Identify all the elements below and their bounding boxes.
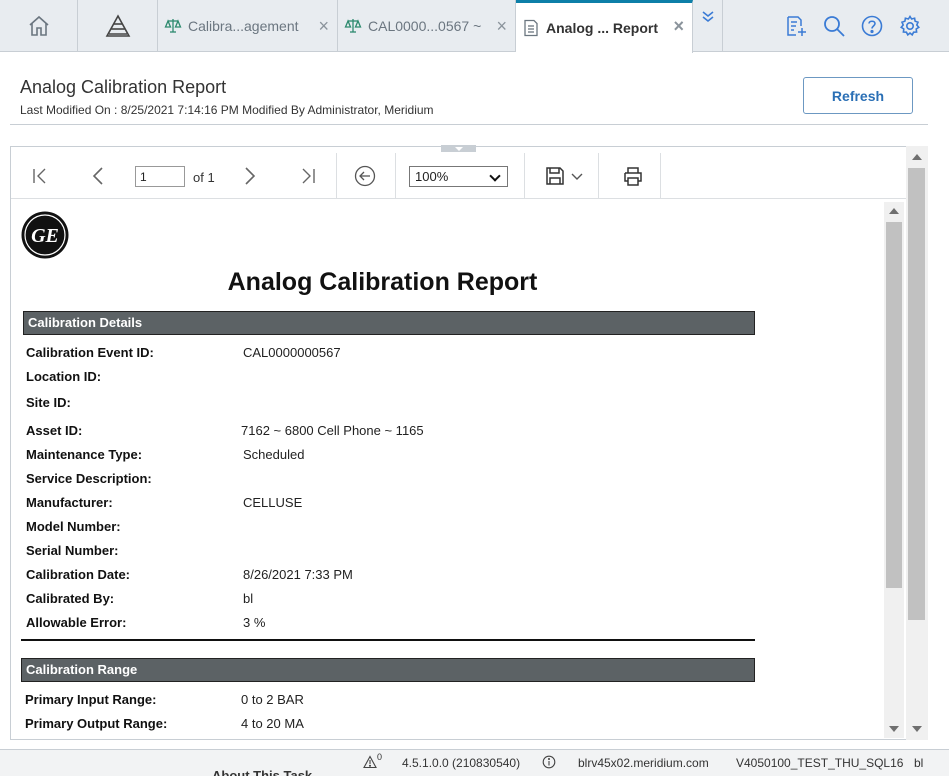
gear-icon[interactable] — [898, 14, 922, 38]
version-text: 4.5.1.0.0 (210830540) — [402, 756, 521, 770]
tab-label: Calibra...agement — [188, 18, 299, 34]
print-icon[interactable] — [622, 165, 644, 187]
report-title: Analog Calibration Report — [227, 268, 538, 296]
detail-label: Site ID: — [26, 395, 71, 410]
range-value: 4 to 20 MA — [241, 716, 304, 731]
page-count-label: of 1 — [193, 170, 215, 185]
scrollbar-thumb[interactable] — [886, 222, 902, 588]
back-arrow-icon[interactable] — [354, 165, 376, 187]
about-task-heading: About This Task — [212, 768, 313, 776]
detail-label: Maintenance Type: — [26, 447, 143, 462]
last-modified-text: Last Modified On : 8/25/2021 7:14:16 PM … — [20, 103, 434, 117]
document-icon — [524, 19, 538, 37]
toolbar-separator — [336, 153, 337, 199]
toolbar-separator — [598, 153, 599, 199]
detail-label: Serial Number: — [26, 543, 119, 558]
range-label: Primary Output Range: — [25, 716, 168, 731]
detail-value: CAL0000000567 — [243, 345, 341, 360]
alert-count: 0 — [377, 752, 383, 762]
user-text: bl — [914, 756, 924, 770]
zoom-select[interactable]: 100% — [409, 166, 508, 187]
detail-label: Calibration Event ID: — [26, 345, 154, 360]
range-label: Primary Input Range: — [25, 692, 157, 707]
tab-analog-report[interactable]: Analog ... Report × — [516, 0, 693, 53]
header-divider — [10, 124, 928, 125]
report-viewer — [10, 146, 928, 740]
report-scrollbar[interactable] — [884, 202, 904, 738]
tab-calibration-event[interactable]: CAL0000...0567 ~ × — [338, 0, 516, 52]
hierarchy-icon — [105, 14, 130, 37]
warning-icon[interactable] — [363, 755, 377, 769]
add-item-icon[interactable] — [784, 14, 808, 38]
collapse-header-handle[interactable] — [441, 145, 476, 152]
scrollbar-thumb[interactable] — [908, 168, 925, 620]
home-icon — [28, 15, 49, 36]
tab-label: Analog ... Report — [546, 20, 658, 36]
top-tab-bar: Calibra...agement × CAL0000...0567 ~ × A… — [0, 0, 949, 53]
toolbar-separator — [395, 153, 396, 199]
first-page-icon[interactable] — [29, 165, 51, 187]
section-calibration-details: Calibration Details — [23, 311, 755, 335]
help-icon[interactable] — [860, 14, 884, 38]
detail-value: CELLUSE — [243, 495, 303, 510]
chevron-down-icon — [489, 170, 501, 182]
detail-label: Calibration Date: — [26, 567, 131, 582]
detail-label: Allowable Error: — [26, 615, 127, 630]
toolbar-separator — [524, 153, 525, 199]
more-tabs-button[interactable] — [693, 0, 723, 52]
close-icon[interactable]: × — [673, 17, 684, 35]
scroll-down-icon[interactable] — [889, 726, 899, 732]
scale-icon — [164, 19, 182, 33]
double-chevron-down-icon — [702, 11, 713, 23]
server-text: blrv45x02.meridium.com — [578, 756, 709, 770]
detail-label: Service Description: — [26, 471, 152, 486]
scroll-down-icon[interactable] — [912, 726, 922, 732]
tab-label: CAL0000...0567 ~ — [368, 18, 482, 34]
outer-scrollbar[interactable] — [906, 146, 928, 740]
detail-label: Location ID: — [26, 369, 102, 384]
detail-label: Calibrated By: — [26, 591, 115, 606]
detail-label: Asset ID: — [26, 423, 83, 438]
save-icon[interactable] — [544, 165, 566, 187]
detail-label: Manufacturer: — [26, 495, 113, 510]
last-page-icon[interactable] — [297, 165, 319, 187]
search-icon[interactable] — [822, 14, 846, 38]
range-value: 0 to 2 BAR — [241, 692, 304, 707]
svg-text:GE: GE — [31, 225, 59, 247]
detail-value: Scheduled — [243, 447, 305, 462]
detail-value: 3 % — [243, 615, 266, 630]
next-page-icon[interactable] — [238, 165, 260, 187]
detail-label: Model Number: — [26, 519, 121, 534]
chevron-down-icon[interactable] — [570, 169, 584, 183]
asset-hierarchy-button[interactable] — [78, 0, 158, 52]
home-button[interactable] — [0, 0, 78, 52]
refresh-button[interactable]: Refresh — [803, 77, 913, 114]
status-bar: 0 4.5.1.0.0 (210830540) blrv45x02.meridi… — [0, 749, 949, 776]
toolbar-separator — [660, 153, 661, 199]
close-icon[interactable]: × — [318, 17, 329, 35]
detail-value: 8/26/2021 7:33 PM — [243, 567, 353, 582]
detail-value: 7162 ~ 6800 Cell Phone ~ 1165 — [241, 423, 424, 438]
info-icon[interactable] — [542, 755, 556, 769]
ge-logo: GE — [21, 211, 69, 259]
database-text: V4050100_TEST_THU_SQL16 — [736, 756, 904, 770]
scroll-up-icon[interactable] — [912, 154, 922, 160]
page-title: Analog Calibration Report — [20, 77, 227, 97]
tab-calibration-management[interactable]: Calibra...agement × — [158, 0, 338, 52]
previous-page-icon[interactable] — [88, 165, 110, 187]
page-number-input[interactable] — [135, 166, 185, 187]
zoom-value: 100% — [415, 169, 449, 184]
detail-value: bl — [243, 591, 254, 606]
section-divider — [21, 639, 755, 641]
section-calibration-range: Calibration Range — [21, 658, 755, 682]
scale-icon — [344, 19, 362, 33]
scroll-up-icon[interactable] — [889, 208, 899, 214]
close-icon[interactable]: × — [496, 17, 507, 35]
